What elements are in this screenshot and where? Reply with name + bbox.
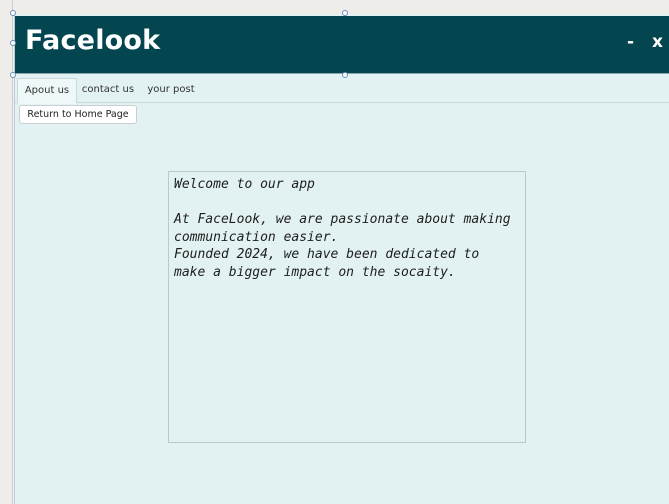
selection-handle[interactable] xyxy=(10,10,16,16)
about-body: At FaceLook, we are passionate about mak… xyxy=(174,212,511,280)
close-button[interactable]: x xyxy=(652,32,663,52)
about-heading: Welcome to our app xyxy=(174,177,315,192)
selection-handle[interactable] xyxy=(342,10,348,16)
return-home-button[interactable]: Return to Home Page xyxy=(19,105,137,124)
app-window: Facelook - x Apout us contact us your po… xyxy=(14,14,669,504)
title-bar: Facelook - x xyxy=(15,16,669,74)
about-text-box: Welcome to our app At FaceLook, we are p… xyxy=(168,171,526,443)
about-text: Welcome to our app At FaceLook, we are p… xyxy=(174,176,519,281)
selection-handle[interactable] xyxy=(10,40,16,46)
tab-bar: Apout us contact us your post xyxy=(15,76,669,104)
tab-about-us[interactable]: Apout us xyxy=(17,78,77,104)
minimize-button[interactable]: - xyxy=(627,32,634,52)
selection-handle[interactable] xyxy=(10,72,16,78)
tab-your-post[interactable]: your post xyxy=(143,78,199,102)
app-title: Facelook xyxy=(25,25,161,56)
selection-handle[interactable] xyxy=(342,72,348,78)
tab-contact-us[interactable]: contact us xyxy=(79,78,137,102)
